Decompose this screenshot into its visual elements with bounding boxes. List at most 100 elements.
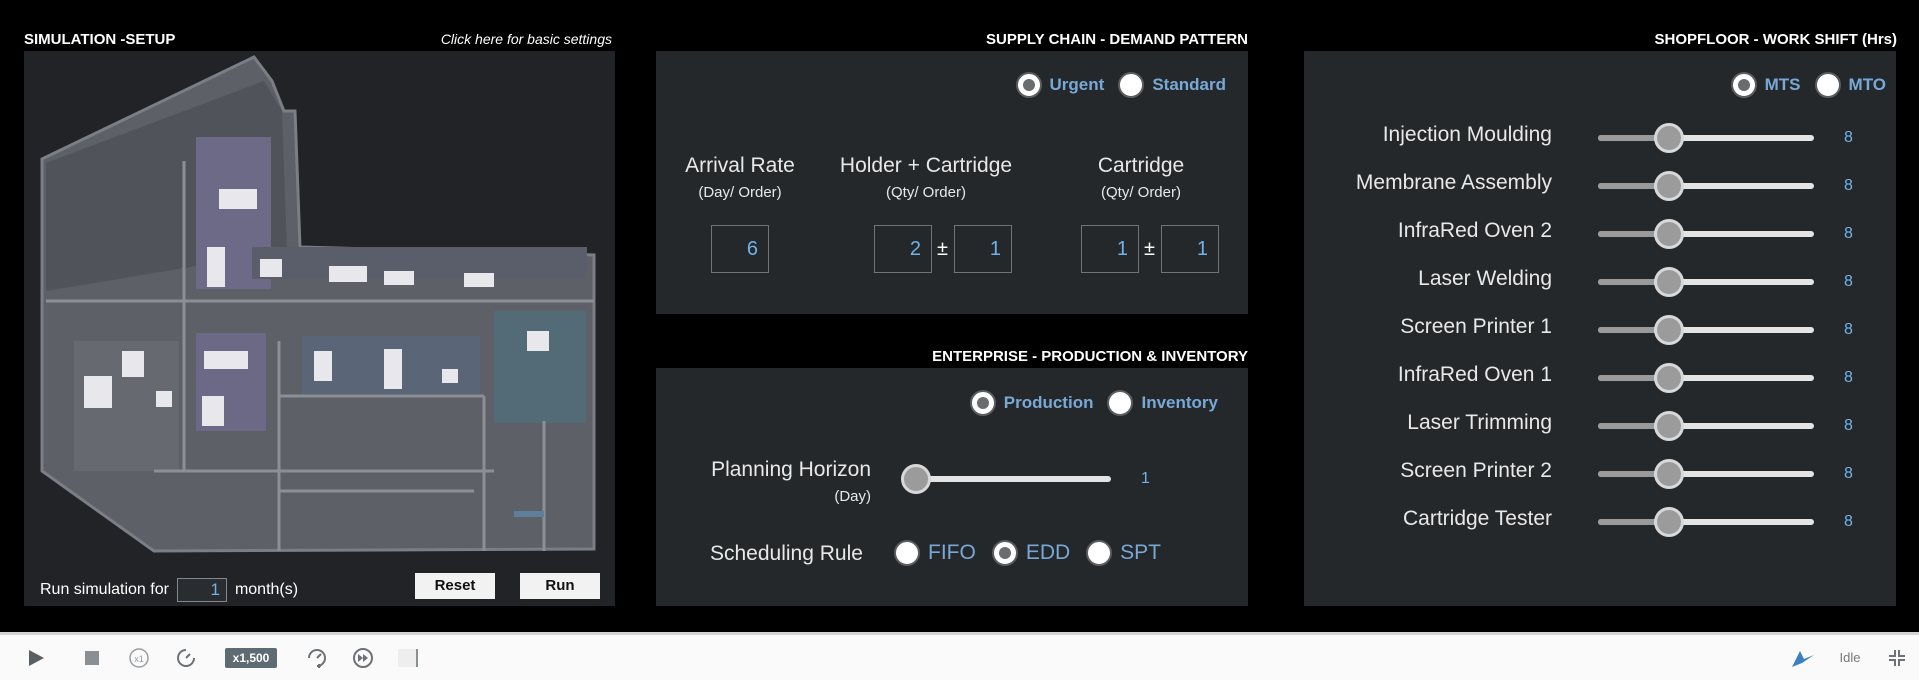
simulation-toolbar: x1 x1,500 Idle xyxy=(0,632,1919,680)
speed-value: x1,500 xyxy=(224,647,278,668)
station-label: Membrane Assembly xyxy=(1355,171,1552,194)
station-slider[interactable] xyxy=(1598,219,1814,249)
demand-pattern-radio-group: Urgent Standard xyxy=(1006,72,1226,98)
radio-production[interactable]: Production xyxy=(969,390,1094,416)
holder-cartridge-plus-minus: ± xyxy=(937,238,948,260)
station-value: 8 xyxy=(1844,225,1853,242)
arrival-rate-header: Arrival Rate (Day/ Order) xyxy=(670,154,810,201)
holder-cartridge-header: Holder + Cartridge (Qty/ Order) xyxy=(816,154,1036,201)
shopfloor-mode-radio-group: MTS MTO xyxy=(1721,72,1886,98)
station-value: 8 xyxy=(1844,321,1853,338)
realtime-speed-icon[interactable]: x1 xyxy=(126,635,152,680)
radio-spt[interactable]: SPT xyxy=(1086,540,1161,566)
radio-fifo-indicator[interactable] xyxy=(894,540,920,566)
play-icon[interactable] xyxy=(22,635,50,680)
planning-horizon-value: 1 xyxy=(1141,470,1150,487)
radio-mto-indicator[interactable] xyxy=(1814,72,1841,98)
station-slider-thumb[interactable] xyxy=(1654,123,1685,153)
radio-spt-label: SPT xyxy=(1120,541,1162,564)
radio-standard-label: Standard xyxy=(1152,75,1226,94)
simulation-view[interactable]: Run simulation for 1 month(s) Reset Run xyxy=(24,51,615,606)
cartridge-qty-input[interactable]: 1 xyxy=(1081,225,1139,273)
scheduling-rule-radio-group: FIFO EDD SPT xyxy=(894,540,1177,566)
holder-cartridge-deviation-input[interactable]: 1 xyxy=(954,225,1012,273)
station-label: Laser Welding xyxy=(1418,267,1552,290)
radio-fifo[interactable]: FIFO xyxy=(894,540,976,566)
run-months-input[interactable]: 1 xyxy=(176,578,227,602)
radio-mto-label: MTO xyxy=(1848,75,1886,94)
radio-fifo-label: FIFO xyxy=(928,541,976,564)
station-slider-thumb[interactable] xyxy=(1654,459,1685,489)
station-slider[interactable] xyxy=(1598,459,1814,489)
radio-urgent[interactable]: Urgent xyxy=(1015,72,1104,98)
cartridge-deviation-input[interactable]: 1 xyxy=(1161,225,1219,273)
station-slider-thumb[interactable] xyxy=(1654,363,1685,393)
station-slider[interactable] xyxy=(1598,123,1814,153)
radio-edd-label: EDD xyxy=(1025,541,1071,564)
svg-text:x1: x1 xyxy=(134,654,144,664)
radio-standard[interactable]: Standard xyxy=(1118,72,1226,98)
run-suffix-label: month(s) xyxy=(234,581,299,598)
shopfloor-title: SHOPFLOOR - WORK SHIFT (Hrs) xyxy=(1654,31,1898,48)
planning-horizon-label: Planning Horizon xyxy=(711,458,871,481)
supply-chain-title: SUPPLY CHAIN - DEMAND PATTERN xyxy=(986,31,1248,48)
scheduling-rule-label: Scheduling Rule xyxy=(710,542,863,565)
station-label: InfraRed Oven 2 xyxy=(1397,219,1552,242)
radio-inventory[interactable]: Inventory xyxy=(1107,390,1218,416)
radio-edd[interactable]: EDD xyxy=(991,540,1071,566)
radio-production-label: Production xyxy=(1003,393,1094,412)
holder-cartridge-qty-input[interactable]: 2 xyxy=(874,225,932,273)
station-value: 8 xyxy=(1844,177,1853,194)
fast-forward-icon[interactable] xyxy=(349,635,377,680)
run-button[interactable]: Run xyxy=(520,573,600,599)
radio-mts-label: MTS xyxy=(1764,75,1801,94)
radio-mts[interactable]: MTS xyxy=(1730,72,1801,98)
stop-icon[interactable] xyxy=(80,635,104,680)
status-indicator: Idle xyxy=(1830,635,1870,680)
holder-cartridge-unit: (Qty/ Order) xyxy=(885,184,966,201)
planning-horizon-slider-thumb[interactable] xyxy=(901,464,931,494)
step-icon[interactable] xyxy=(396,635,420,680)
arrival-rate-title: Arrival Rate xyxy=(685,154,795,177)
station-slider-thumb[interactable] xyxy=(1654,315,1685,345)
basic-settings-link[interactable]: Click here for basic settings xyxy=(441,31,612,47)
station-slider[interactable] xyxy=(1598,507,1814,537)
station-slider-thumb[interactable] xyxy=(1654,267,1685,297)
run-prefix-label: Run simulation for xyxy=(40,581,169,598)
arrival-rate-unit: (Day/ Order) xyxy=(698,184,782,201)
station-value: 8 xyxy=(1844,369,1853,386)
station-label: Injection Moulding xyxy=(1382,123,1552,146)
reset-button[interactable]: Reset xyxy=(415,573,495,599)
run-simulation-row: Run simulation for 1 month(s) xyxy=(40,578,298,602)
radio-spt-indicator[interactable] xyxy=(1086,540,1113,566)
simulation-setup-title: SIMULATION -SETUP xyxy=(24,31,176,48)
station-slider[interactable] xyxy=(1598,411,1814,441)
station-slider[interactable] xyxy=(1598,171,1814,201)
enterprise-panel: Production Inventory Planning Horizon (D… xyxy=(656,368,1248,606)
shopfloor-panel: MTS MTO Injection Moulding 8 Membrane As… xyxy=(1304,51,1896,606)
station-value: 8 xyxy=(1844,129,1853,146)
radio-mto[interactable]: MTO xyxy=(1814,72,1886,98)
radio-standard-indicator[interactable] xyxy=(1118,72,1145,98)
station-slider-thumb[interactable] xyxy=(1654,219,1685,249)
station-value: 8 xyxy=(1844,417,1853,434)
cartridge-plus-minus: ± xyxy=(1144,238,1155,260)
radio-mts-indicator[interactable] xyxy=(1730,72,1757,98)
exit-fullscreen-icon[interactable] xyxy=(1882,635,1912,680)
radio-production-indicator[interactable] xyxy=(969,390,996,416)
radio-edd-indicator[interactable] xyxy=(991,540,1018,566)
station-slider-thumb[interactable] xyxy=(1654,507,1685,537)
cartridge-unit: (Qty/ Order) xyxy=(1100,184,1181,201)
station-slider[interactable] xyxy=(1598,363,1814,393)
arrival-rate-input[interactable]: 6 xyxy=(711,225,769,273)
station-slider[interactable] xyxy=(1598,267,1814,297)
station-label: InfraRed Oven 1 xyxy=(1397,363,1552,386)
planning-horizon-slider[interactable] xyxy=(901,464,1111,494)
station-slider-thumb[interactable] xyxy=(1654,171,1685,201)
radio-inventory-indicator[interactable] xyxy=(1107,390,1134,416)
station-slider[interactable] xyxy=(1598,315,1814,345)
slow-down-icon[interactable] xyxy=(172,635,200,680)
radio-urgent-indicator[interactable] xyxy=(1015,72,1042,98)
speed-up-icon[interactable] xyxy=(303,635,331,680)
station-slider-thumb[interactable] xyxy=(1654,411,1685,441)
